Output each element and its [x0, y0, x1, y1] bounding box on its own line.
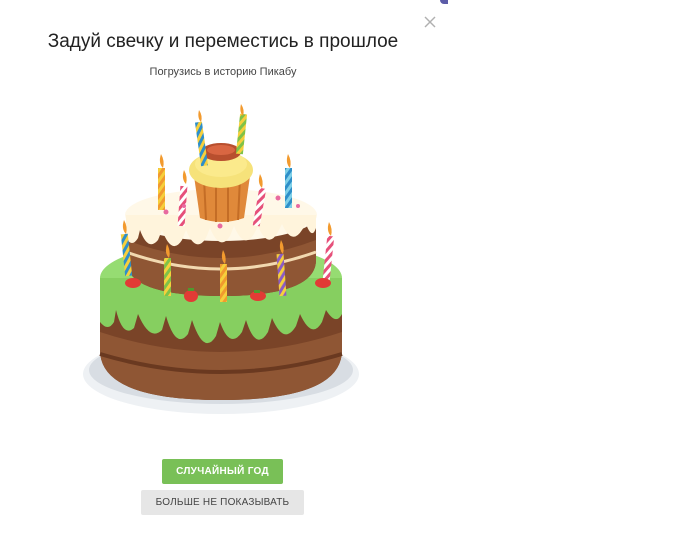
modal-title: Задуй свечку и переместись в прошлое	[47, 31, 399, 52]
birthday-cake-icon	[83, 104, 359, 414]
random-year-button[interactable]: СЛУЧАЙНЫЙ ГОД	[162, 459, 283, 484]
close-button[interactable]	[421, 13, 439, 31]
birthday-modal: Задуй свечку и переместись в прошлое Пог…	[0, 0, 448, 540]
dont-show-again-button[interactable]: БОЛЬШЕ НЕ ПОКАЗЫВАТЬ	[141, 490, 304, 515]
close-icon	[424, 16, 436, 28]
corner-accent	[440, 0, 448, 4]
modal-subtitle: Погрузись в историю Пикабу	[149, 66, 297, 78]
